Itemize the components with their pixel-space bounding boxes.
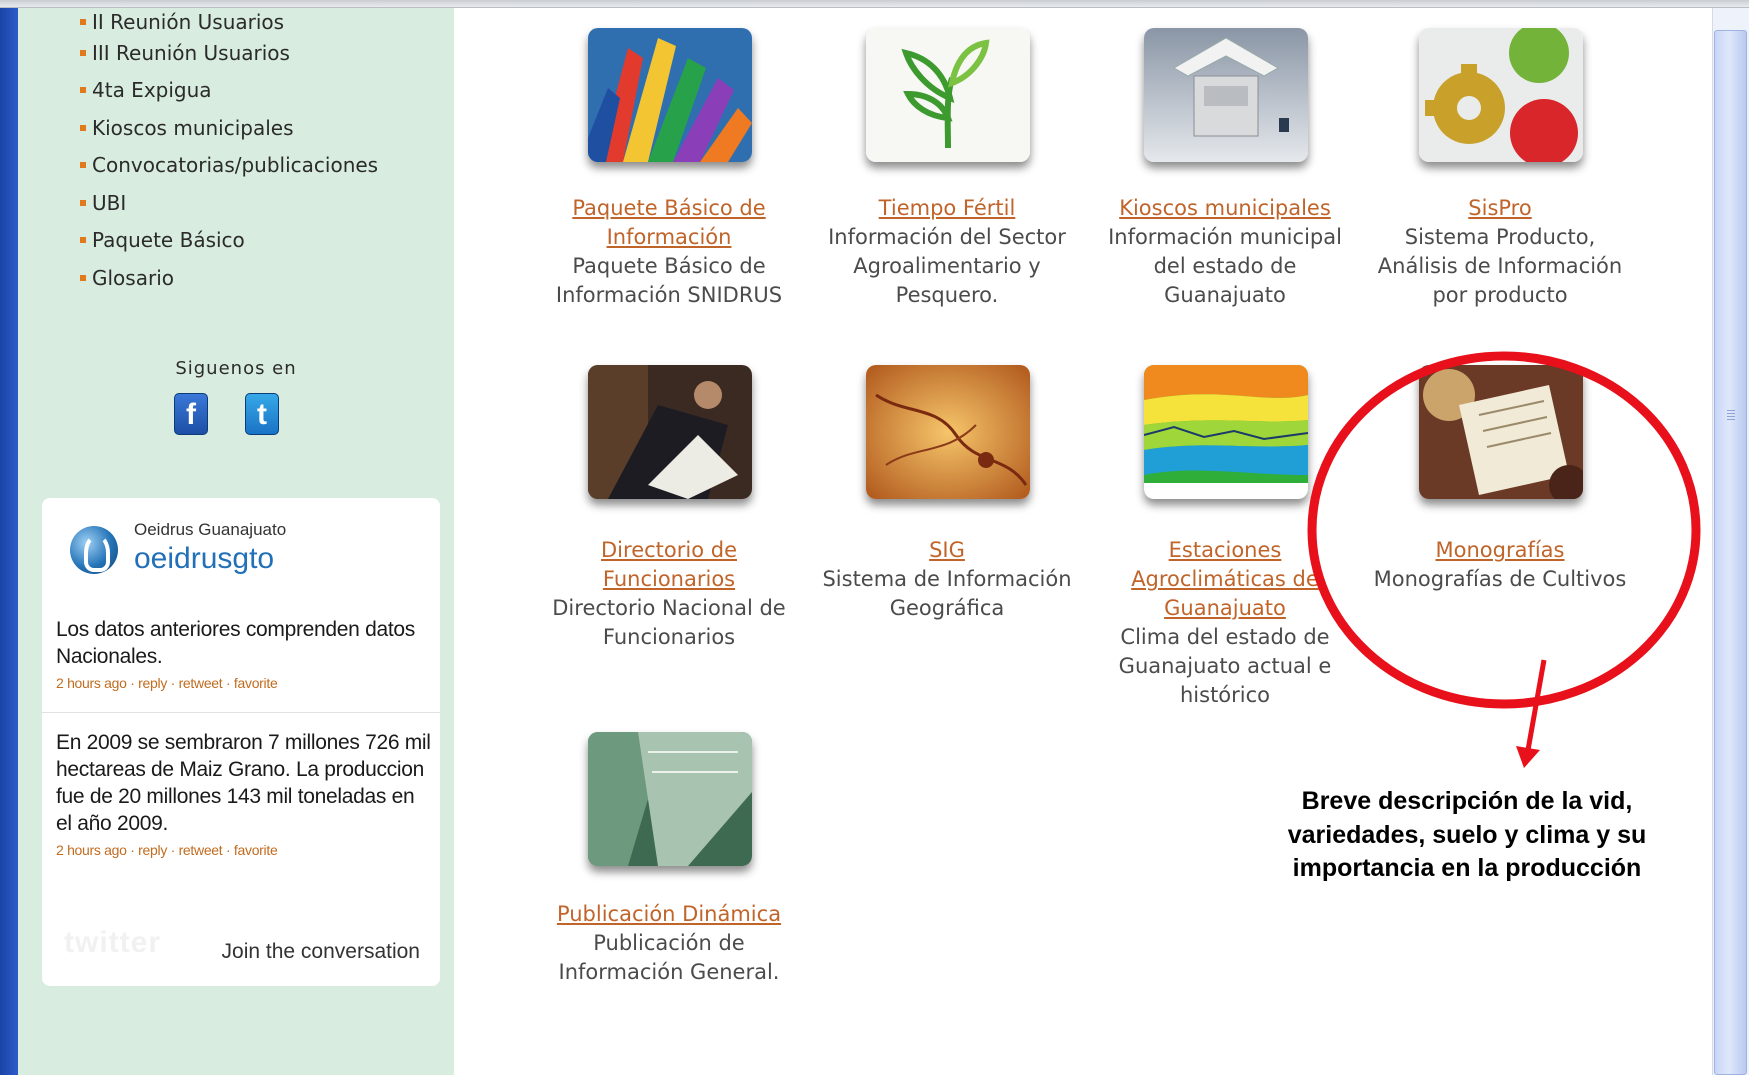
sidebar-item-expigua[interactable]: 4ta Expigua <box>80 72 378 110</box>
sidebar-item-glosario[interactable]: Glosario <box>80 259 378 297</box>
crayons-image <box>588 28 752 162</box>
tile-title-link[interactable]: SIG <box>816 536 1078 565</box>
profile-avatar[interactable] <box>70 526 118 574</box>
browser-top-edge <box>0 0 1749 8</box>
sidebar-item-paquete-basico[interactable]: Paquete Básico <box>80 222 378 260</box>
tile-title-link[interactable]: Directorio de Funcionarios <box>538 536 800 594</box>
publication-icon[interactable] <box>588 732 752 866</box>
kiosk-image <box>1144 28 1308 162</box>
tile-estaciones: Estaciones Agroclimáticas de Guanajuato … <box>1094 536 1356 710</box>
bullet-icon <box>80 124 86 131</box>
sidebar-item-label[interactable]: Convocatorias/publicaciones <box>92 153 378 177</box>
map-icon[interactable] <box>866 365 1030 499</box>
tile-publicacion: Publicación Dinámica Publicación de Info… <box>538 900 800 987</box>
sidebar-item-label[interactable]: Kioscos municipales <box>92 116 294 140</box>
tile-description: Paquete Básico de Información SNIDRUS <box>555 254 783 307</box>
tweet-text: Los datos anteriores comprenden datos Na… <box>56 618 415 668</box>
twitter-display-name: Oeidrus Guanajuato <box>134 520 287 539</box>
twitter-widget: Oeidrus Guanajuato oeidrusgto Los datos … <box>42 498 440 986</box>
tile-description: Información municipal del estado de Guan… <box>1108 225 1342 307</box>
tile-description: Clima del estado de Guanajuato actual e … <box>1118 625 1332 707</box>
map-image <box>866 365 1030 499</box>
tweet-meta-links[interactable]: 2 hours ago · reply · retweet · favorite <box>56 842 431 858</box>
scrollbar-grip-icon <box>1727 410 1735 422</box>
menu-book-icon[interactable] <box>1419 365 1583 499</box>
tile-title-link[interactable]: Estaciones Agroclimáticas de Guanajuato <box>1094 536 1356 623</box>
join-conversation-link[interactable]: Join the conversation <box>222 940 420 964</box>
crayons-icon[interactable] <box>588 28 752 162</box>
climate-chart-image <box>1144 365 1308 499</box>
tile-monografias: Monografías Monografías de Cultivos <box>1369 536 1631 594</box>
sidebar-item-label[interactable]: Glosario <box>92 266 174 290</box>
tile-title-link[interactable]: Monografías <box>1369 536 1631 565</box>
tile-title-link[interactable]: Publicación Dinámica <box>538 900 800 929</box>
scrollbar-thumb[interactable] <box>1714 30 1747 1075</box>
tile-sispro: SisPro Sistema Producto, Análisis de Inf… <box>1369 194 1631 310</box>
tile-kioscos: Kioscos municipales Información municipa… <box>1094 194 1356 310</box>
bullet-icon <box>80 199 86 206</box>
bullet-icon <box>80 49 86 56</box>
twitter-icon[interactable]: t <box>245 393 279 435</box>
follow-us-label: Siguenos en <box>175 358 297 379</box>
sidebar-item-label[interactable]: Paquete Básico <box>92 228 245 252</box>
gears-image <box>1419 28 1583 162</box>
bullet-icon <box>80 87 86 94</box>
bullet-icon <box>80 162 86 169</box>
businessman-icon[interactable] <box>588 365 752 499</box>
sprout-image <box>866 28 1030 162</box>
tile-title-link[interactable]: SisPro <box>1369 194 1631 223</box>
tile-title-link[interactable]: Tiempo Fértil <box>816 194 1078 223</box>
menu-book-image <box>1419 365 1583 499</box>
businessman-image <box>588 365 752 499</box>
facebook-icon[interactable]: f <box>174 393 208 435</box>
tweet-text: En 2009 se sembraron 7 millones 726 mil … <box>56 731 431 835</box>
tweet: En 2009 se sembraron 7 millones 726 mil … <box>56 729 431 858</box>
sidebar-item-kioscos[interactable]: Kioscos municipales <box>80 109 378 147</box>
tile-description: Directorio Nacional de Funcionarios <box>552 596 786 649</box>
tile-tiempo-fertil: Tiempo Fértil Información del Sector Agr… <box>816 194 1078 310</box>
bullet-icon <box>80 19 86 25</box>
tile-description: Sistema Producto, Análisis de Informació… <box>1377 225 1623 307</box>
bullet-icon <box>80 237 86 244</box>
tile-title-link[interactable]: Kioscos municipales <box>1094 194 1356 223</box>
tweet: Los datos anteriores comprenden datos Na… <box>56 616 431 691</box>
annotation-text: Breve descripción de la vid, variedades,… <box>1287 787 1647 882</box>
tile-description: Monografías de Cultivos <box>1373 567 1627 591</box>
climate-chart-icon[interactable] <box>1144 365 1308 499</box>
tile-description: Información del Sector Agroalimentario y… <box>828 225 1066 307</box>
sidebar-item-ii-reunion[interactable]: II Reunión Usuarios <box>80 10 378 34</box>
publication-image <box>588 732 752 866</box>
twitter-logo: twitter <box>64 926 161 959</box>
tile-directorio: Directorio de Funcionarios Directorio Na… <box>538 536 800 652</box>
page-left-rail <box>0 8 18 1075</box>
tile-description: Sistema de Información Geográfica <box>822 567 1072 620</box>
sidebar-item-label[interactable]: 4ta Expigua <box>92 78 212 102</box>
gears-icon[interactable] <box>1419 28 1583 162</box>
tile-description: Publicación de Información General. <box>558 931 780 984</box>
sidebar-nav: II Reunión Usuarios III Reunión Usuarios… <box>80 10 378 297</box>
tweet-meta-links[interactable]: 2 hours ago · reply · retweet · favorite <box>56 675 431 691</box>
arrow-head-icon <box>1516 746 1540 768</box>
sidebar-item-iii-reunion[interactable]: III Reunión Usuarios <box>80 34 378 72</box>
bullet-icon <box>80 274 86 281</box>
tile-title-link[interactable]: Paquete Básico de Información <box>538 194 800 252</box>
tile-sig: SIG Sistema de Información Geográfica <box>816 536 1078 623</box>
twitter-handle-link[interactable]: oeidrusgto <box>134 542 274 576</box>
tweet-divider <box>42 712 440 713</box>
sidebar-item-convocatorias[interactable]: Convocatorias/publicaciones <box>80 147 378 185</box>
sidebar-item-label[interactable]: UBI <box>92 191 126 215</box>
annotation-arrow <box>1525 659 1547 751</box>
sprout-icon[interactable] <box>866 28 1030 162</box>
kiosk-icon[interactable] <box>1144 28 1308 162</box>
tile-paquete-basico: Paquete Básico de Información Paquete Bá… <box>538 194 800 310</box>
sidebar-item-label[interactable]: II Reunión Usuarios <box>92 10 284 34</box>
sidebar-item-label[interactable]: III Reunión Usuarios <box>92 41 290 65</box>
sidebar-item-ubi[interactable]: UBI <box>80 184 378 222</box>
